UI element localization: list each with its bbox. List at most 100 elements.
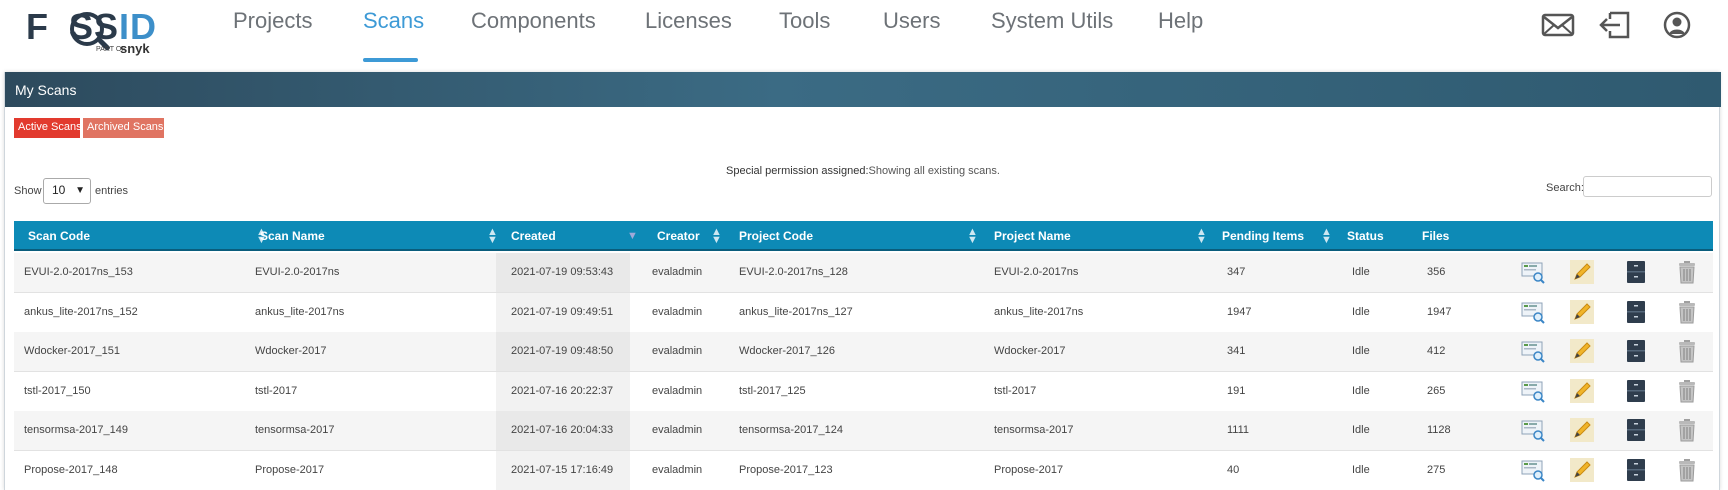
scan-code-cell: Propose-2017_148 [24, 463, 118, 476]
col-files[interactable]: Files [1422, 229, 1449, 243]
table-row[interactable]: Propose-2017_148 Propose-2017 2021-07-15 1… [14, 450, 1713, 490]
view-report-icon[interactable] [1521, 458, 1545, 482]
edit-pencil-icon[interactable] [1570, 299, 1594, 324]
project-name-cell: tstl-2017 [994, 384, 1037, 397]
nav-licenses[interactable]: Licenses [645, 8, 732, 34]
scan-name-cell: tensormsa-2017 [255, 424, 335, 436]
files-cell: 412 [1427, 345, 1446, 357]
pending-items-cell: 1947 [1227, 305, 1252, 318]
table-row[interactable]: ankus_lite-2017ns_152 ankus_lite-2017ns 20… [14, 292, 1713, 333]
view-report-icon[interactable] [1521, 300, 1545, 324]
archive-cabinet-icon[interactable] [1624, 379, 1648, 403]
col-status[interactable]: Status [1347, 229, 1384, 243]
archive-cabinet-icon[interactable] [1624, 300, 1648, 324]
scan-name-cell: tstl-2017 [255, 384, 298, 397]
nav-scans[interactable]: Scans [363, 8, 424, 34]
creator-cell: evaladmin [652, 384, 703, 397]
table-row[interactable]: EVUI-2.0-2017ns_153 EVUI-2.0-2017ns 2021-0… [14, 253, 1713, 293]
sort-icon[interactable]: ▲ ▼ [1321, 227, 1332, 246]
active-scans-button[interactable]: Active Scans [14, 118, 82, 138]
permission-note-detail: Showing all existing scans. [868, 165, 1000, 177]
sort-icon[interactable]: ▲ ▼ [487, 227, 498, 246]
view-report-icon[interactable] [1521, 339, 1545, 363]
archive-cabinet-icon[interactable] [1624, 458, 1648, 482]
scan-name-cell: Wdocker-2017 [255, 345, 327, 357]
col-scan-name[interactable]: Scan Name [260, 229, 325, 243]
show-label: Show [14, 185, 42, 197]
project-name-cell: EVUI-2.0-2017ns [994, 266, 1079, 278]
sort-icon[interactable]: ▲ ▼ [967, 227, 978, 246]
sort-icon[interactable]: ▲ ▼ [1196, 227, 1207, 246]
active-tab-indicator [363, 58, 418, 62]
col-creator[interactable]: Creator [657, 229, 700, 243]
col-project-name[interactable]: Project Name [994, 229, 1071, 243]
table-row[interactable]: tstl-2017_150 tstl-2017 2021-07-16 20:22:3… [14, 371, 1713, 412]
archive-cabinet-icon[interactable] [1624, 339, 1648, 363]
creator-cell: evaladmin [652, 305, 703, 318]
mail-icon[interactable] [1541, 10, 1575, 40]
project-name-cell: Wdocker-2017 [994, 345, 1066, 357]
panel-title: My Scans [5, 72, 1721, 107]
project-code-cell: ankus_lite-2017ns_127 [739, 305, 853, 318]
trash-icon[interactable] [1675, 260, 1699, 284]
sort-icon[interactable]: ▲ ▼ [711, 227, 722, 246]
snyk-label: snyk [120, 41, 150, 56]
search-label: Search: [1546, 182, 1584, 194]
chevron-down-icon: ▼ [75, 185, 85, 196]
pending-items-cell: 40 [1227, 463, 1240, 476]
entries-per-page-select[interactable]: 10 ▼ [43, 178, 91, 204]
pending-items-cell: 191 [1227, 384, 1246, 397]
view-report-icon[interactable] [1521, 260, 1545, 284]
project-name-cell: tensormsa-2017 [994, 424, 1074, 436]
status-cell: Idle [1352, 345, 1370, 357]
nav-tools[interactable]: Tools [779, 8, 830, 34]
edit-pencil-icon[interactable] [1570, 378, 1594, 403]
project-name-cell: Propose-2017 [994, 463, 1064, 476]
nav-system-utils[interactable]: System Utils [991, 8, 1113, 34]
trash-icon[interactable] [1675, 379, 1699, 403]
trash-icon[interactable] [1675, 300, 1699, 324]
user-profile-icon[interactable] [1660, 10, 1694, 40]
trash-icon[interactable] [1675, 418, 1699, 442]
archive-cabinet-icon[interactable] [1624, 418, 1648, 442]
table-row[interactable]: Wdocker-2017_151 Wdocker-2017 2021-07-19 0… [14, 332, 1713, 372]
view-report-icon[interactable] [1521, 379, 1545, 403]
edit-pencil-icon[interactable] [1570, 260, 1594, 284]
project-code-cell: Propose-2017_123 [739, 463, 833, 476]
archive-cabinet-icon[interactable] [1624, 260, 1648, 284]
nav-users[interactable]: Users [883, 8, 940, 34]
logout-icon[interactable] [1598, 10, 1632, 40]
entries-per-page-value: 10 [52, 183, 66, 197]
fossid-logo[interactable]: F SSID PART OF snyk [26, 6, 166, 56]
col-project-code[interactable]: Project Code [739, 229, 813, 243]
sort-desc-icon[interactable]: ▼ [627, 231, 638, 242]
view-report-icon[interactable] [1521, 418, 1545, 442]
status-cell: Idle [1352, 305, 1370, 318]
scan-name-cell: ankus_lite-2017ns [255, 305, 345, 318]
nav-components[interactable]: Components [471, 8, 596, 34]
nav-projects[interactable]: Projects [233, 8, 312, 34]
permission-note: Special permission assigned:Showing all … [5, 165, 1721, 177]
scan-code-cell: EVUI-2.0-2017ns_153 [24, 266, 133, 278]
trash-icon[interactable] [1675, 339, 1699, 363]
scan-name-cell: EVUI-2.0-2017ns [255, 266, 340, 278]
pending-items-cell: 341 [1227, 345, 1246, 357]
files-cell: 356 [1427, 266, 1446, 278]
status-cell: Idle [1352, 266, 1370, 278]
col-pending-items[interactable]: Pending Items [1222, 229, 1304, 243]
trash-icon[interactable] [1675, 458, 1699, 482]
created-cell: 2021-07-19 09:49:51 [511, 305, 614, 318]
edit-pencil-icon[interactable] [1570, 418, 1594, 442]
edit-pencil-icon[interactable] [1570, 457, 1594, 482]
permission-note-label: Special permission assigned: [726, 165, 869, 177]
scan-code-cell: tensormsa-2017_149 [24, 424, 128, 436]
col-created[interactable]: Created [511, 229, 556, 243]
created-cell: 2021-07-19 09:53:43 [511, 266, 614, 278]
table-row[interactable]: tensormsa-2017_149 tensormsa-2017 2021-07-… [14, 411, 1713, 451]
archived-scans-button[interactable]: Archived Scans [83, 118, 164, 138]
edit-pencil-icon[interactable] [1570, 339, 1594, 363]
nav-help[interactable]: Help [1158, 8, 1203, 34]
search-input[interactable] [1583, 176, 1712, 197]
col-scan-code[interactable]: Scan Code [28, 229, 90, 243]
created-cell: 2021-07-16 20:04:33 [511, 424, 614, 436]
